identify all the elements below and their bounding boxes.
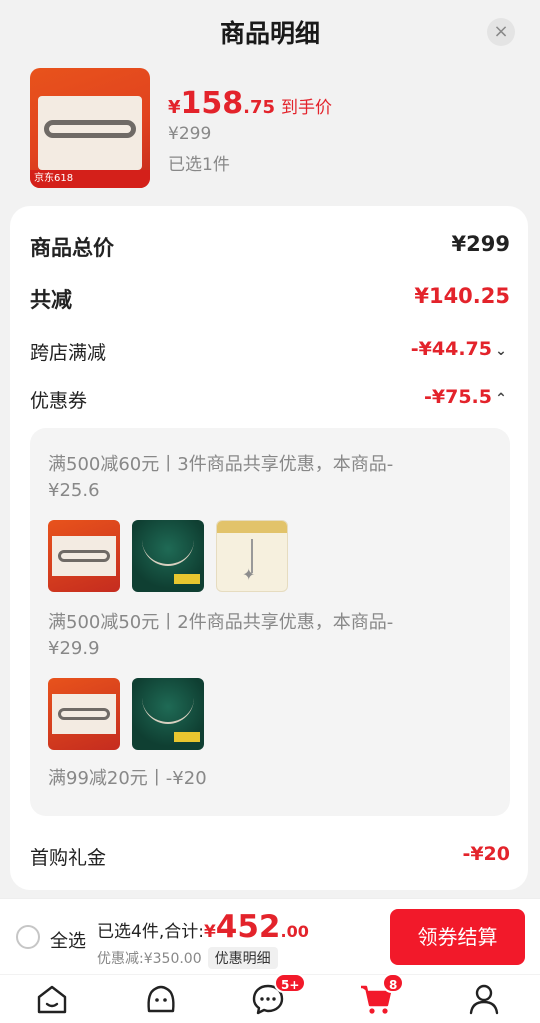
coupon-desc-3: 满99减20元丨-¥20	[48, 768, 207, 789]
coupon-item-thumb[interactable]	[132, 520, 204, 592]
coupon-detail-box: 满500减60元丨3件商品共享优惠，本商品-¥25.6 ✦ 满500减50元丨2…	[30, 428, 510, 816]
discover-tab[interactable]	[143, 981, 183, 1021]
price-decimal: .75	[243, 97, 276, 118]
bracelet-image	[58, 550, 110, 562]
messages-tab[interactable]: 5+	[250, 973, 307, 1021]
gift-value: -¥20	[462, 843, 510, 865]
profile-tab[interactable]	[466, 981, 506, 1021]
reduce-label: 共减	[30, 288, 72, 312]
close-button[interactable]: ×	[487, 18, 515, 46]
checkout-button[interactable]: 领券结算	[390, 909, 525, 965]
necklace-image	[142, 694, 194, 724]
coupon-desc-1: 满500减60元丨3件商品共享优惠，本商品-¥25.6	[48, 454, 394, 501]
price-currency: ¥	[168, 97, 181, 118]
final-price: ¥158.75 到手价	[168, 86, 332, 121]
cart-tab[interactable]: 8	[358, 973, 405, 1021]
coupon-value: -¥75.5	[424, 386, 492, 408]
total-integer: 452	[215, 909, 281, 945]
home-icon	[37, 985, 67, 1014]
coupon-item-thumb[interactable]	[132, 678, 204, 750]
mascot-icon	[147, 985, 175, 1013]
pendant-star: ✦	[242, 565, 256, 584]
chevron-up-icon[interactable]: ⌃	[492, 391, 510, 407]
coupon-desc-2: 满500减50元丨2件商品共享优惠，本商品-¥29.9	[48, 612, 394, 659]
product-summary: 京东618 ¥158.75 到手价 ¥299 已选1件	[30, 68, 510, 190]
total-value: ¥299	[451, 232, 510, 256]
page-title: 商品明细	[219, 19, 320, 48]
saved-text: 优惠减:¥350.00	[97, 951, 202, 967]
reduce-value: ¥140.25	[414, 284, 510, 308]
total-label: 商品总价	[30, 236, 114, 260]
price-integer: 158	[180, 86, 244, 121]
promo-badge	[174, 732, 200, 742]
total-prefix: 已选4件,合计:	[97, 922, 204, 942]
select-all-label[interactable]: 全选	[50, 927, 86, 953]
messages-badge: 5+	[274, 973, 307, 993]
select-all-checkbox[interactable]	[16, 925, 40, 949]
price-detail-card: 商品总价 ¥299 共减 ¥140.25 跨店满减 -¥44.75 ⌄ 优惠券 -…	[10, 206, 528, 890]
bracelet-image	[58, 708, 110, 720]
product-thumbnail[interactable]: 京东618	[30, 68, 150, 188]
coupon-value-wrap: -¥75.5 ⌃	[424, 386, 510, 408]
cart-badge: 8	[382, 973, 405, 993]
thumb-banner	[217, 521, 287, 533]
thumbnail-promo-strip: 京东618	[30, 170, 150, 188]
total-decimal: .00	[280, 922, 309, 941]
original-price: ¥299	[168, 124, 212, 144]
gift-label: 首购礼金	[30, 847, 107, 869]
order-total: 已选4件,合计:¥452.00	[97, 909, 309, 945]
checkout-bar: 全选 已选4件,合计:¥452.00 优惠减:¥350.00 优惠明细 领券结算	[0, 898, 540, 974]
coupon-item-thumb[interactable]	[48, 678, 120, 750]
coupon-item-thumb[interactable]	[48, 520, 120, 592]
user-icon	[469, 984, 499, 1015]
necklace-image	[142, 536, 194, 566]
discount-detail-button[interactable]: 优惠明细	[207, 947, 278, 969]
coupon-label: 优惠券	[30, 390, 88, 412]
chevron-down-icon[interactable]: ⌄	[492, 343, 510, 359]
cross-store-label: 跨店满减	[30, 342, 107, 364]
price-tag: 到手价	[281, 98, 333, 118]
selected-count: 已选1件	[168, 155, 230, 175]
header: 商品明细 ×	[0, 0, 540, 60]
bottom-tab-bar: 5+ 8	[0, 973, 540, 1023]
cross-store-value-wrap: -¥44.75 ⌄	[411, 338, 510, 360]
total-currency: ¥	[203, 922, 216, 942]
bracelet-image	[44, 120, 136, 138]
saved-amount: 优惠减:¥350.00 优惠明细	[97, 947, 278, 969]
home-tab[interactable]	[34, 981, 74, 1021]
coupon-item-thumb[interactable]: ✦	[216, 520, 288, 592]
promo-badge	[174, 574, 200, 584]
cross-store-value: -¥44.75	[410, 338, 492, 360]
